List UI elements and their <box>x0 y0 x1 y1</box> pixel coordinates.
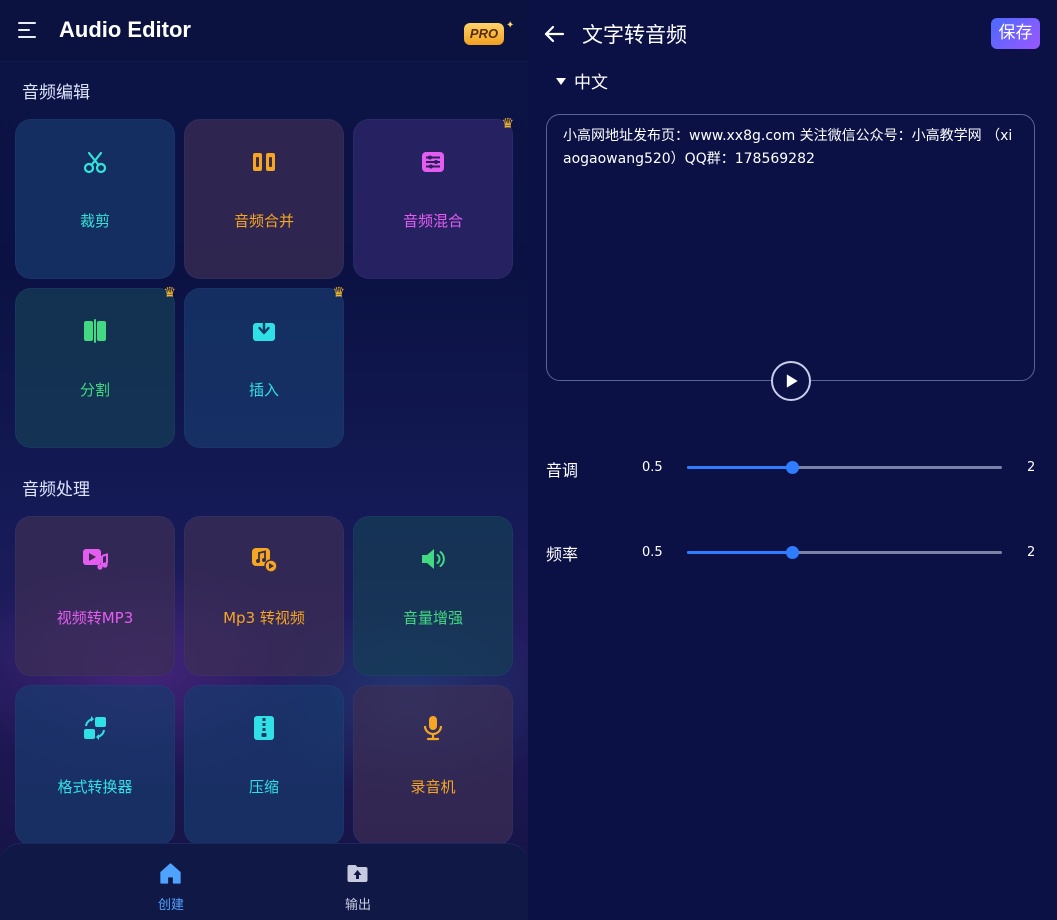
insert-icon <box>253 318 275 341</box>
tool-label-volume-boost: 音量增强 <box>402 609 463 627</box>
tool-card-mp3-to-video[interactable]: Mp3 转视频 <box>184 516 344 676</box>
rate-max-label: 2 <box>1027 545 1036 560</box>
nav-label-output: 输出 <box>344 898 371 913</box>
back-arrow-icon[interactable] <box>542 22 566 46</box>
tool-card-trim[interactable]: 裁剪 <box>15 119 175 279</box>
tool-card-compress[interactable]: 压缩 <box>184 685 344 845</box>
rate-min-label: 0.5 <box>642 545 663 560</box>
compress-icon <box>254 716 274 740</box>
tool-card-mix[interactable]: ♛ 音频混合 <box>353 116 514 279</box>
volume-boost-icon <box>422 549 445 569</box>
rate-slider-thumb[interactable] <box>786 546 799 559</box>
crown-icon: ♛ <box>501 116 514 132</box>
scissors-icon <box>83 151 107 174</box>
play-button[interactable] <box>771 361 811 401</box>
tool-label-mp3-to-video: Mp3 转视频 <box>223 609 305 627</box>
tool-label-compress: 压缩 <box>248 778 279 796</box>
tool-label-format-converter: 格式转换器 <box>57 778 133 796</box>
text-input-area[interactable]: 小高网地址发布页：www.xx8g.com 关注微信公众号：小高教学网 （xia… <box>546 114 1035 381</box>
save-button[interactable]: 保存 <box>991 18 1040 49</box>
language-selector[interactable]: 中文 <box>556 68 608 93</box>
microphone-icon <box>423 716 443 741</box>
nav-label-create: 创建 <box>157 898 184 913</box>
nav-item-create[interactable]: 创建 <box>111 844 231 920</box>
tool-label-recorder: 录音机 <box>410 778 456 796</box>
rate-label: 频率 <box>546 545 579 564</box>
tool-label-trim: 裁剪 <box>79 212 110 230</box>
dropdown-triangle-icon <box>556 78 566 85</box>
hamburger-menu-icon[interactable] <box>18 22 38 40</box>
pitch-label: 音调 <box>546 461 579 480</box>
play-icon <box>786 374 798 388</box>
tool-card-split[interactable]: ♛ 分割 <box>15 285 176 448</box>
tool-label-mix: 音频混合 <box>402 212 463 230</box>
pitch-max-label: 2 <box>1027 460 1036 475</box>
text-to-audio-panel: 文字转音频 保存 中文 小高网地址发布页：www.xx8g.com 关注微信公众… <box>528 0 1057 920</box>
crown-icon: ♛ <box>163 285 176 301</box>
tool-card-recorder[interactable]: 录音机 <box>353 685 513 845</box>
top-app-bar: Audio Editor PRO ✦ <box>0 0 528 62</box>
tool-label-insert: 插入 <box>248 381 279 399</box>
nav-item-output[interactable]: 输出 <box>298 844 418 920</box>
section-title-audio-process: 音频处理 <box>22 480 90 500</box>
tool-card-merge[interactable]: 音频合并 <box>184 119 344 279</box>
tool-label-video-to-mp3: 视频转MP3 <box>56 609 134 627</box>
tool-card-volume-boost[interactable]: 音量增强 <box>353 516 513 676</box>
section-title-audio-edit: 音频编辑 <box>22 83 90 103</box>
tool-card-insert[interactable]: ♛ 插入 <box>184 285 345 448</box>
rate-slider-fill <box>687 551 792 554</box>
split-icon <box>84 319 106 343</box>
format-convert-icon <box>84 716 106 740</box>
audio-editor-panel: Audio Editor PRO ✦ 音频编辑 裁剪 音频合并 ♛ 音频混合 ♛… <box>0 0 528 920</box>
app-title: Audio Editor <box>59 17 191 42</box>
pro-badge[interactable]: PRO <box>464 23 504 45</box>
screen-title: 文字转音频 <box>582 23 687 47</box>
video-to-mp3-icon <box>83 549 108 570</box>
pitch-min-label: 0.5 <box>642 460 663 475</box>
tool-label-merge: 音频合并 <box>233 212 294 230</box>
pitch-slider-thumb[interactable] <box>786 461 799 474</box>
mp3-to-video-icon <box>252 548 278 573</box>
pitch-slider[interactable] <box>687 461 1002 474</box>
merge-icon <box>253 153 275 171</box>
rate-slider[interactable] <box>687 546 1002 559</box>
bottom-navigation: 创建 输出 <box>0 843 528 920</box>
pitch-slider-fill <box>687 466 792 469</box>
crown-icon: ♛ <box>332 285 345 301</box>
language-label: 中文 <box>574 73 608 93</box>
tool-card-format-converter[interactable]: 格式转换器 <box>15 685 175 845</box>
upload-folder-icon <box>347 865 368 882</box>
mixer-icon <box>422 152 444 172</box>
tool-label-split: 分割 <box>79 381 110 399</box>
home-icon <box>160 863 181 884</box>
sparkle-icon: ✦ <box>506 20 515 31</box>
tool-card-video-to-mp3[interactable]: 视频转MP3 <box>15 516 175 676</box>
